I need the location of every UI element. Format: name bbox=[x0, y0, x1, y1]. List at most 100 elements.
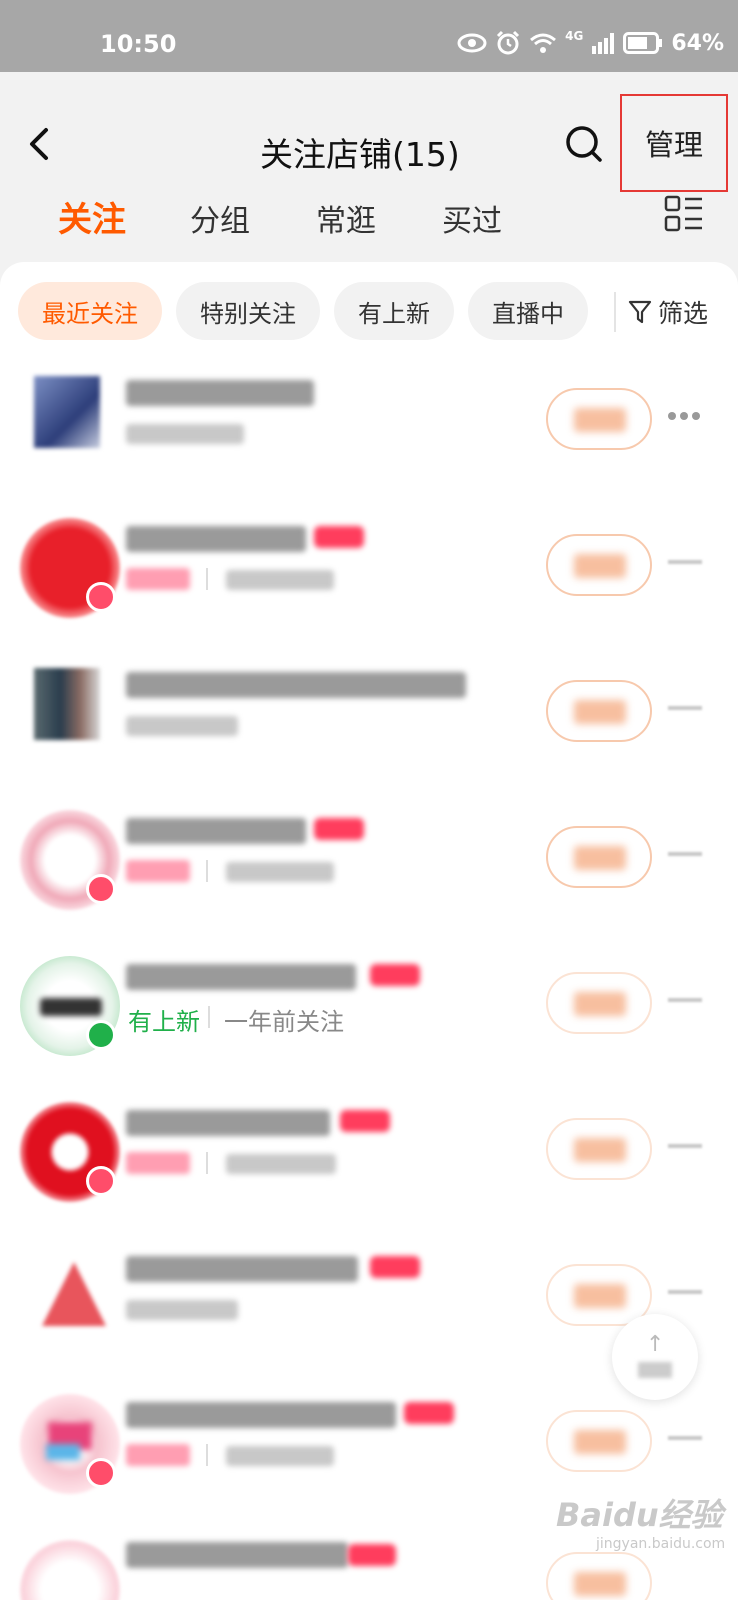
enter-store-button[interactable] bbox=[546, 826, 652, 888]
store-tag-blurred bbox=[348, 1544, 396, 1566]
watermark-url: jingyan.baidu.com bbox=[596, 1536, 726, 1552]
more-options-button[interactable] bbox=[668, 852, 702, 856]
manage-button[interactable]: 管理 bbox=[620, 94, 728, 192]
back-to-top-button[interactable]: ↑ bbox=[612, 1314, 698, 1400]
live-badge bbox=[86, 874, 116, 904]
back-to-top-label-blurred bbox=[638, 1362, 672, 1378]
store-row[interactable] bbox=[0, 1090, 738, 1236]
back-button[interactable] bbox=[22, 124, 58, 164]
separator bbox=[206, 1152, 208, 1174]
store-name-blurred bbox=[126, 526, 306, 552]
chip-special[interactable]: 特别关注 bbox=[176, 282, 320, 340]
store-subtitle-blurred bbox=[226, 1154, 336, 1174]
header: 关注店铺(15) 管理 关注 分组 常逛 买过 bbox=[0, 72, 738, 262]
store-logo bbox=[34, 668, 100, 740]
store-list-panel: 最近关注 特别关注 有上新 直播中 筛选 有上新 一年前关注 ↑ bbox=[0, 262, 738, 1600]
store-row[interactable] bbox=[0, 506, 738, 652]
tab-bar: 关注 分组 常逛 买过 bbox=[0, 190, 738, 246]
store-row[interactable] bbox=[0, 798, 738, 944]
network-type: 4G bbox=[565, 29, 584, 43]
store-tag-blurred bbox=[370, 1256, 420, 1278]
store-name-blurred bbox=[126, 1402, 396, 1428]
live-status-blurred bbox=[126, 568, 190, 590]
arrow-up-icon: ↑ bbox=[646, 1332, 665, 1357]
store-tag-blurred bbox=[314, 526, 364, 548]
enter-store-button[interactable] bbox=[546, 1264, 652, 1326]
status-icons: 4G 64% bbox=[457, 29, 724, 56]
enter-store-button[interactable] bbox=[546, 1410, 652, 1472]
chip-new-arrivals[interactable]: 有上新 bbox=[334, 282, 454, 340]
store-name-blurred bbox=[126, 380, 314, 406]
separator bbox=[206, 568, 208, 590]
store-row[interactable] bbox=[0, 652, 738, 798]
page-title: 关注店铺(15) bbox=[260, 135, 460, 174]
more-options-button[interactable] bbox=[668, 1290, 702, 1294]
enter-store-button[interactable] bbox=[546, 1552, 652, 1600]
followed-time: 一年前关注 bbox=[224, 1008, 344, 1036]
more-options-button[interactable] bbox=[668, 560, 702, 564]
store-subtitle-blurred bbox=[226, 1446, 334, 1466]
filter-button[interactable]: 筛选 bbox=[628, 294, 708, 330]
store-logo bbox=[20, 1540, 120, 1600]
live-status-blurred bbox=[126, 1152, 190, 1174]
new-arrival-badge bbox=[86, 1020, 116, 1050]
watermark-logo: Baidu经验 bbox=[556, 1496, 723, 1534]
new-arrival-status: 有上新 bbox=[128, 1008, 200, 1036]
battery-icon bbox=[623, 32, 663, 54]
store-subtitle-blurred bbox=[126, 716, 238, 736]
watermark: Baidu经验 jingyan.baidu.com bbox=[556, 1490, 725, 1552]
store-subtitle-blurred bbox=[226, 862, 334, 882]
enter-store-button[interactable] bbox=[546, 388, 652, 450]
enter-store-button[interactable] bbox=[546, 534, 652, 596]
status-bar: 10:50 4G 64% bbox=[0, 0, 738, 72]
chip-recent[interactable]: 最近关注 bbox=[18, 282, 162, 340]
filter-label: 筛选 bbox=[658, 299, 709, 328]
more-options-button[interactable] bbox=[668, 410, 702, 422]
separator bbox=[206, 1444, 208, 1466]
store-logo bbox=[20, 1248, 120, 1348]
enter-store-button[interactable] bbox=[546, 972, 652, 1034]
store-tag-blurred bbox=[404, 1402, 454, 1424]
store-subtitle-blurred bbox=[126, 1300, 238, 1320]
tab-purchased[interactable]: 买过 bbox=[442, 196, 502, 240]
signal-icon bbox=[592, 33, 615, 54]
store-tag-blurred bbox=[370, 964, 420, 986]
wifi-icon bbox=[530, 33, 557, 53]
search-icon bbox=[566, 126, 602, 162]
tab-frequent[interactable]: 常逛 bbox=[316, 196, 376, 240]
store-name-blurred bbox=[126, 672, 466, 698]
more-options-button[interactable] bbox=[668, 1144, 702, 1148]
store-name-blurred bbox=[126, 818, 306, 844]
chip-divider bbox=[614, 292, 616, 332]
status-time: 10:50 bbox=[100, 30, 177, 58]
enter-store-button[interactable] bbox=[546, 1118, 652, 1180]
chip-live[interactable]: 直播中 bbox=[468, 282, 588, 340]
battery-level: 64% bbox=[671, 30, 724, 56]
live-badge bbox=[86, 1166, 116, 1196]
more-options-button[interactable] bbox=[668, 706, 702, 710]
search-button[interactable] bbox=[564, 124, 604, 164]
live-status-blurred bbox=[126, 860, 190, 882]
store-tag-blurred bbox=[314, 818, 364, 840]
store-logo bbox=[34, 376, 100, 448]
filter-icon bbox=[628, 300, 652, 324]
store-subtitle-blurred bbox=[226, 570, 334, 590]
store-name-blurred bbox=[126, 1256, 358, 1282]
more-options-button[interactable] bbox=[668, 998, 702, 1002]
tab-follow[interactable]: 关注 bbox=[58, 192, 126, 241]
store-row[interactable]: 有上新 一年前关注 bbox=[0, 944, 738, 1090]
store-name-blurred bbox=[126, 1110, 330, 1136]
layout-toggle-button[interactable] bbox=[664, 194, 704, 234]
live-status-blurred bbox=[126, 1444, 190, 1466]
separator bbox=[206, 860, 208, 882]
store-row[interactable] bbox=[0, 360, 738, 506]
enter-store-button[interactable] bbox=[546, 680, 652, 742]
store-name-blurred bbox=[126, 964, 356, 990]
chevron-left-icon bbox=[30, 128, 48, 160]
filter-chips: 最近关注 特别关注 有上新 直播中 筛选 bbox=[18, 282, 738, 344]
more-options-button[interactable] bbox=[668, 1436, 702, 1440]
store-subtitle-blurred bbox=[126, 424, 244, 444]
tab-groups[interactable]: 分组 bbox=[190, 196, 250, 240]
store-name-blurred bbox=[126, 1542, 348, 1568]
live-badge bbox=[86, 1458, 116, 1488]
